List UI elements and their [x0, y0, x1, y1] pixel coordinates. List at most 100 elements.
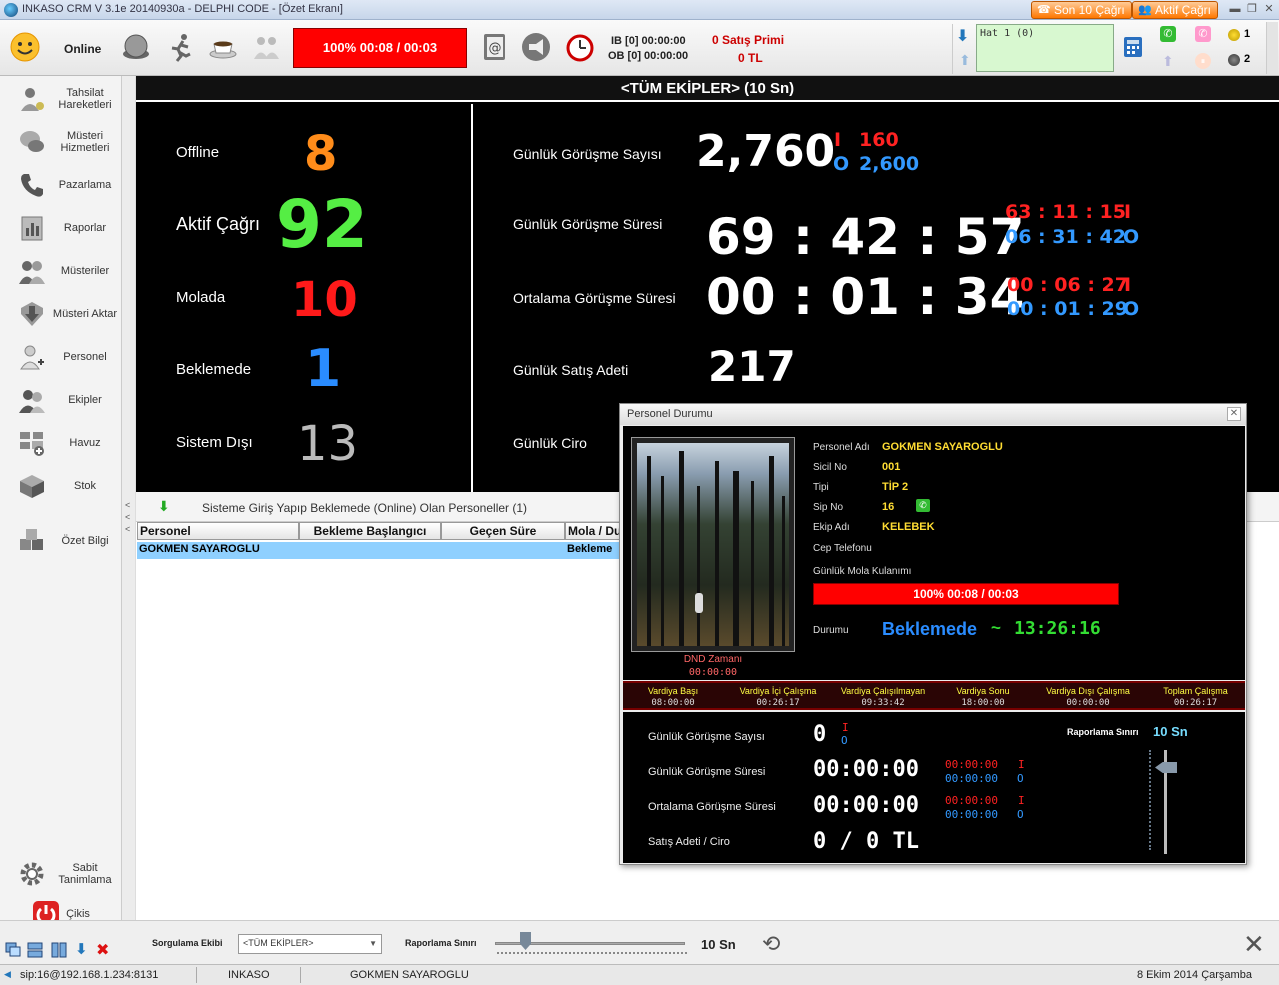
meeting-people-icon[interactable]	[251, 32, 281, 62]
daily-revenue-label: Günlük Ciro	[513, 435, 587, 451]
dnd-value: 00:00:00	[688, 667, 738, 678]
field-value-ekip-adi: KELEBEK	[882, 521, 935, 533]
sidebar-item-musteriler[interactable]: Müsteriler	[0, 251, 122, 291]
outbound-marker: O	[1017, 808, 1024, 821]
sidebar-item-musteri-hizmetleri[interactable]: Müsteri Hizmetleri	[0, 122, 122, 162]
daily-call-duration-outbound: 06 : 31 : 42	[1005, 226, 1126, 248]
email-book-icon[interactable]: @	[479, 32, 509, 62]
collapse-arrow-icon[interactable]: <	[125, 524, 130, 534]
call-count-value: 0	[813, 722, 827, 747]
collapse-arrow-icon[interactable]: <	[125, 500, 130, 510]
footer-bar: ⬇ ✖ Sorgulama Ekibi <TÜM EKİPLER> ▼ Rapo…	[0, 920, 1279, 964]
column-header-personel[interactable]: Personel	[137, 522, 299, 540]
shift-end: Vardiya Sonu 18:00:00	[956, 686, 1010, 708]
field-label-sicil-no: Sicil No	[813, 462, 847, 473]
current-date: 8 Ekim 2014 Çarşamba	[1137, 969, 1252, 981]
sidebar-item-havuz[interactable]: Havuz	[0, 423, 122, 463]
sidebar-item-ekipler[interactable]: Ekipler	[0, 380, 122, 420]
outbound-marker: O	[1123, 226, 1140, 248]
report-limit-value: 10 Sn	[701, 937, 736, 952]
break-usage-timer: 100% 00:08 / 00:03	[293, 28, 467, 68]
close-panel-icon[interactable]: ✕	[1243, 929, 1265, 960]
tile-vertical-icon[interactable]	[51, 942, 67, 958]
refresh-icon[interactable]: ⟲	[762, 931, 780, 957]
close-icon[interactable]: ✕	[1262, 2, 1276, 16]
panel-splitter[interactable]: < < <	[122, 76, 136, 938]
avg-duration-value: 00:00:00	[813, 793, 919, 818]
minimize-icon[interactable]: ▬	[1228, 2, 1242, 16]
left-sidebar: Tahsilat Hareketleri Müsteri Hizmetleri …	[0, 76, 122, 938]
inbound-counter: IB [0] 00:00:00	[611, 35, 686, 47]
running-man-icon[interactable]	[166, 32, 196, 62]
phone-answer-icon[interactable]: ✆	[1160, 26, 1176, 42]
field-value-sicil-no: 001	[882, 461, 901, 473]
popup-title[interactable]: Personel Durumu	[620, 404, 1246, 425]
break-usage-bar: 100% 00:08 / 00:03	[813, 583, 1119, 605]
sidebar-item-tahsilat[interactable]: Tahsilat Hareketleri	[0, 79, 122, 119]
query-team-value: <TÜM EKİPLER>	[243, 938, 314, 948]
divider	[471, 104, 473, 492]
avg-duration-outbound: 00:00:00	[945, 808, 998, 821]
report-limit-slider-thumb[interactable]	[1155, 762, 1177, 773]
daily-call-duration: 69 : 42 : 57	[706, 208, 1025, 266]
sidebar-item-ozet-bilgi[interactable]: Özet Bilgi	[0, 521, 122, 561]
transfer-arrow-icon[interactable]: ⬆	[1162, 53, 1174, 70]
sales-revenue-value: 0 / 0 TL	[813, 829, 919, 854]
team-icon	[19, 390, 45, 413]
phone-hangup-icon[interactable]: ✆	[1195, 26, 1211, 42]
radio-line-2[interactable]	[1228, 54, 1240, 66]
arrow-down-icon[interactable]: ⬇	[75, 940, 88, 958]
slider-ticks	[1149, 750, 1151, 850]
close-all-icon[interactable]: ✖	[96, 940, 109, 960]
bell-button-icon[interactable]	[121, 32, 151, 62]
sidebar-item-raporlar[interactable]: Raporlar	[0, 208, 122, 248]
call-duration-value: 00:00:00	[813, 757, 919, 782]
divider	[196, 967, 197, 983]
sidebar-item-personel[interactable]: Personel	[0, 337, 122, 377]
outbound-marker: O	[841, 734, 848, 747]
people-icon: 👥	[1138, 4, 1152, 16]
column-header-bekleme-baslangici[interactable]: Bekleme Başlangıcı	[299, 522, 441, 540]
hold-icon[interactable]: ⏸	[1195, 53, 1211, 69]
daily-call-duration-inbound: 63 : 11 : 15	[1005, 201, 1126, 223]
sidebar-item-musteri-aktar[interactable]: Müsteri Aktar	[0, 294, 122, 334]
maximize-icon[interactable]: ❐	[1245, 2, 1259, 16]
smiley-status-icon[interactable]	[10, 32, 40, 62]
break-label: Molada	[176, 289, 226, 306]
toolbar-scrollbar[interactable]	[1266, 22, 1278, 74]
stock-box-icon	[20, 475, 44, 498]
table-row[interactable]: GOKMEN SAYAROGLU Bekleme	[137, 542, 622, 559]
report-limit-slider-thumb[interactable]	[520, 932, 531, 950]
alarm-clock-icon[interactable]	[565, 32, 595, 62]
close-icon[interactable]: ✕	[1227, 407, 1241, 421]
column-header-gecen-sure[interactable]: Geçen Süre	[441, 522, 565, 540]
sidebar-item-pazarlama[interactable]: Pazarlama	[0, 165, 122, 205]
field-label-sip-no: Sip No	[813, 502, 844, 513]
sidebar-item-sabit-tanimlama[interactable]: Sabit Tanimlama	[0, 854, 122, 894]
active-call-button[interactable]: 👥 Aktif Çağrı	[1132, 1, 1219, 19]
person-add-icon	[20, 345, 44, 370]
status-value: Beklemede	[882, 619, 978, 639]
sidebar-item-stok[interactable]: Stok	[0, 466, 122, 506]
arrow-up-icon[interactable]: ⬆	[959, 52, 971, 69]
last-10-calls-button[interactable]: ☎ Son 10 Çağrı	[1031, 1, 1132, 19]
call-duration-label: Günlük Görüşme Süresi	[648, 766, 766, 778]
inbound-marker: I	[1124, 274, 1132, 296]
sales-bonus-count: 0 Satış Primi	[712, 33, 785, 47]
phone-icon[interactable]: ✆	[916, 499, 930, 512]
collapse-arrow-icon[interactable]: <	[125, 512, 130, 522]
cascade-windows-icon[interactable]	[5, 942, 21, 958]
tile-horizontal-icon[interactable]	[27, 942, 43, 958]
query-team-select[interactable]: <TÜM EKİPLER> ▼	[238, 934, 382, 954]
arrow-down-icon[interactable]: ⬇	[158, 498, 170, 515]
megaphone-icon[interactable]	[521, 32, 551, 62]
sales-revenue-label: Satış Adeti / Ciro	[648, 836, 730, 848]
radio-line-1[interactable]	[1228, 29, 1240, 41]
coffee-cup-icon[interactable]	[208, 32, 238, 62]
report-limit-label: Raporlama Sınırı	[405, 938, 477, 948]
column-header-mola[interactable]: Mola / Du	[565, 522, 625, 540]
calculator-icon[interactable]	[1122, 36, 1144, 58]
arrow-down-icon[interactable]: ⬇	[956, 26, 969, 46]
online-list-title: Sisteme Giriş Yapıp Beklemede (Online) O…	[202, 501, 528, 515]
cell-mola: Bekleme	[567, 543, 613, 555]
